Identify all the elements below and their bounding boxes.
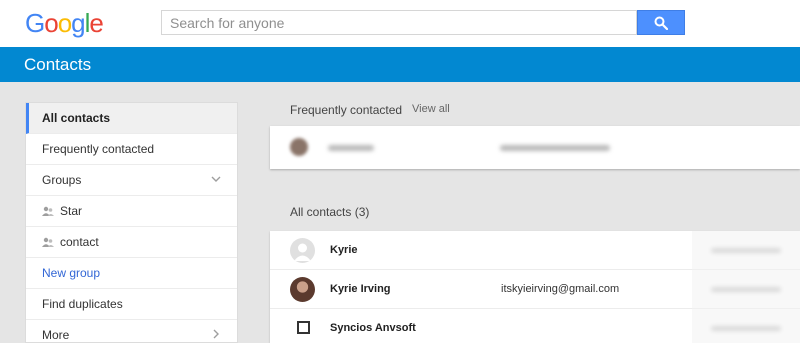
sidebar-item-label: New group xyxy=(42,266,101,280)
sidebar-item-all-contacts[interactable]: All contacts xyxy=(26,103,237,134)
sidebar: All contacts Frequently contacted Groups… xyxy=(25,102,238,343)
group-icon xyxy=(42,206,54,216)
photo-avatar xyxy=(290,277,315,302)
search-input[interactable]: Search for anyone xyxy=(161,10,637,35)
sidebar-item-label: Find duplicates xyxy=(42,297,123,311)
group-icon xyxy=(42,237,54,247)
avatar xyxy=(290,138,308,156)
sidebar-item-contact[interactable]: contact xyxy=(26,227,237,258)
google-logo[interactable]: Google xyxy=(25,8,104,39)
all-contacts-heading: All contacts (3) xyxy=(290,205,370,219)
contact-email: itskyieirving@gmail.com xyxy=(501,283,620,295)
sidebar-item-find-duplicates[interactable]: Find duplicates xyxy=(26,289,237,320)
sidebar-item-label: contact xyxy=(60,235,99,249)
view-all-link[interactable]: View all xyxy=(412,103,450,115)
search-icon xyxy=(654,16,668,30)
sidebar-item-label: Groups xyxy=(42,173,82,187)
sidebar-item-new-group[interactable]: New group xyxy=(26,258,237,289)
list-overlay xyxy=(692,231,800,343)
logo-letter: e xyxy=(89,8,104,38)
default-avatar xyxy=(290,238,315,263)
chevron-right-icon xyxy=(213,329,219,339)
contact-name: Syncios Anvsoft xyxy=(330,322,416,334)
contact-name: Kyrie Irving xyxy=(330,283,391,295)
logo-letter: g xyxy=(71,8,86,38)
sidebar-item-frequently-contacted[interactable]: Frequently contacted xyxy=(26,134,237,165)
app-bar: Contacts xyxy=(0,47,800,82)
search-button[interactable] xyxy=(637,10,685,35)
logo-letter: G xyxy=(25,8,45,38)
blurred-email xyxy=(500,145,610,151)
logo-letter: o xyxy=(44,8,59,38)
frequent-contact-card[interactable] xyxy=(270,126,800,169)
blurred-name xyxy=(328,145,374,151)
logo-letter: o xyxy=(57,8,73,38)
sidebar-item-label: Frequently contacted xyxy=(42,142,155,156)
select-checkbox[interactable] xyxy=(297,321,310,334)
sidebar-item-star[interactable]: Star xyxy=(26,196,237,227)
sidebar-item-label: Star xyxy=(60,204,83,218)
top-bar: Google Search for anyone xyxy=(0,0,800,47)
sidebar-item-label: More xyxy=(42,328,70,342)
chevron-down-icon[interactable] xyxy=(211,174,221,184)
sidebar-item-groups[interactable]: Groups xyxy=(26,165,237,196)
sidebar-item-more[interactable]: More xyxy=(26,320,237,343)
contact-name: Kyrie xyxy=(330,244,358,256)
frequently-contacted-heading: Frequently contacted xyxy=(290,103,403,117)
sidebar-item-label: All contacts xyxy=(42,111,111,125)
app-title: Contacts xyxy=(24,55,92,74)
